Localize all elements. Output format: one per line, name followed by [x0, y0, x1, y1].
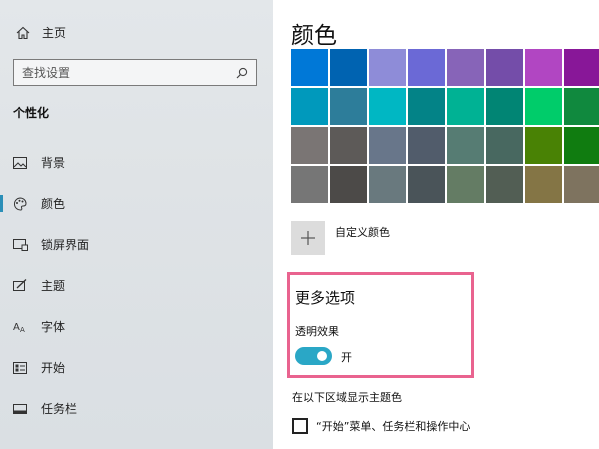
sidebar-nav: 背景 颜色 锁屏界面 主题 AA 字体 开始 任务栏 [0, 142, 273, 429]
sidebar-item-label: 颜色 [41, 197, 66, 211]
color-swatch[interactable] [564, 127, 599, 164]
color-swatch[interactable] [525, 88, 562, 125]
color-swatch[interactable] [330, 88, 367, 125]
color-swatch[interactable] [486, 127, 523, 164]
toggle-knob [317, 351, 327, 361]
sidebar-item-label: 锁屏界面 [41, 238, 90, 252]
color-swatch[interactable] [525, 49, 562, 86]
theme-brush-icon [12, 278, 28, 294]
search-icon[interactable] [236, 67, 248, 79]
color-swatch[interactable] [447, 88, 484, 125]
section-title: 个性化 [13, 106, 50, 120]
color-swatch[interactable] [291, 49, 328, 86]
color-swatch[interactable] [369, 88, 406, 125]
sidebar-item-fonts[interactable]: AA 字体 [0, 306, 273, 347]
color-swatch[interactable] [486, 88, 523, 125]
add-custom-color-button[interactable] [291, 221, 325, 255]
home-icon [16, 26, 30, 39]
color-swatch[interactable] [447, 127, 484, 164]
sidebar-item-label: 字体 [41, 320, 66, 334]
main-content: 颜色 自定义颜色 更多选项 透明效果 开 在以下区域显示主题色 “开始”菜单、任… [273, 0, 599, 449]
svg-text:A: A [13, 322, 20, 333]
color-swatch[interactable] [486, 166, 523, 203]
color-swatch[interactable] [330, 49, 367, 86]
start-icon [12, 360, 28, 376]
sidebar-item-label: 背景 [41, 156, 66, 170]
color-swatch[interactable] [330, 127, 367, 164]
transparency-toggle[interactable] [295, 347, 332, 365]
sidebar-item-start[interactable]: 开始 [0, 347, 273, 388]
checkbox-label[interactable]: “开始”菜单、任务栏和操作中心 [316, 418, 470, 434]
sidebar-item-taskbar[interactable]: 任务栏 [0, 388, 273, 429]
sidebar-item-colors[interactable]: 颜色 [0, 183, 273, 224]
color-swatch[interactable] [408, 127, 445, 164]
color-swatch-grid [291, 49, 599, 203]
home-label: 主页 [42, 26, 67, 40]
sidebar-item-label: 主题 [41, 279, 66, 293]
lock-screen-icon [12, 237, 28, 253]
page-title: 颜色 [291, 23, 337, 49]
color-swatch[interactable] [486, 49, 523, 86]
color-swatch[interactable] [408, 49, 445, 86]
color-swatch[interactable] [291, 88, 328, 125]
sidebar-item-label: 任务栏 [41, 402, 78, 416]
color-swatch[interactable] [408, 88, 445, 125]
custom-color-row[interactable]: 自定义颜色 [291, 221, 390, 255]
sidebar: 主页 个性化 背景 颜色 锁屏界面 [0, 0, 273, 449]
color-swatch[interactable] [408, 166, 445, 203]
plus-icon [301, 231, 315, 245]
home-nav-item[interactable]: 主页 [16, 24, 66, 41]
color-swatch[interactable] [369, 49, 406, 86]
color-swatch[interactable] [447, 49, 484, 86]
show-accent-label: 在以下区域显示主题色 [292, 391, 402, 404]
more-options-title: 更多选项 [295, 289, 356, 307]
sidebar-item-background[interactable]: 背景 [0, 142, 273, 183]
color-swatch[interactable] [564, 166, 599, 203]
color-swatch[interactable] [330, 166, 367, 203]
search-box[interactable] [13, 59, 257, 86]
color-swatch[interactable] [525, 166, 562, 203]
transparency-label: 透明效果 [295, 325, 339, 338]
color-swatch[interactable] [369, 166, 406, 203]
more-options-highlight: 更多选项 透明效果 开 [287, 272, 474, 378]
taskbar-icon [12, 401, 28, 417]
color-swatch[interactable] [291, 166, 328, 203]
sidebar-item-lock-screen[interactable]: 锁屏界面 [0, 224, 273, 265]
custom-color-label[interactable]: 自定义颜色 [335, 224, 390, 240]
color-swatch[interactable] [525, 127, 562, 164]
font-icon: AA [12, 319, 28, 335]
sidebar-item-label: 开始 [41, 361, 66, 375]
accent-start-taskbar-row[interactable]: “开始”菜单、任务栏和操作中心 [292, 418, 470, 434]
accent-start-taskbar-checkbox[interactable] [292, 418, 308, 434]
sidebar-item-themes[interactable]: 主题 [0, 265, 273, 306]
palette-icon [12, 196, 28, 212]
toggle-state-label: 开 [341, 351, 352, 364]
color-swatch[interactable] [369, 127, 406, 164]
search-input[interactable] [22, 65, 236, 80]
color-swatch[interactable] [564, 49, 599, 86]
image-icon [12, 155, 28, 171]
color-swatch[interactable] [564, 88, 599, 125]
svg-text:A: A [20, 326, 25, 333]
color-swatch[interactable] [447, 166, 484, 203]
color-swatch[interactable] [291, 127, 328, 164]
